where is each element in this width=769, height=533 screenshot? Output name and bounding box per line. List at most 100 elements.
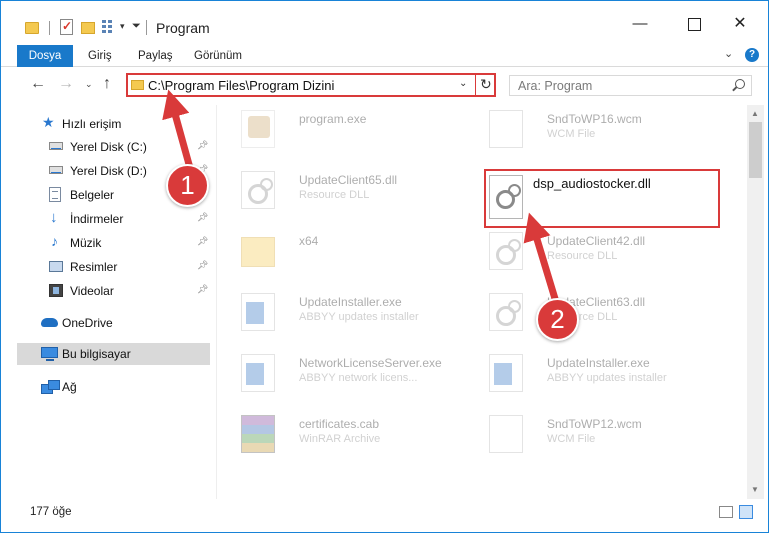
tab-home[interactable]: Giriş — [88, 45, 112, 67]
file-item[interactable]: x64 — [221, 227, 451, 273]
dll-icon — [241, 171, 275, 209]
sidebar-item-quick-access[interactable]: ★ Hızlı erişim — [17, 113, 210, 135]
pin-icon: 📌︎ — [197, 260, 209, 270]
close-button[interactable]: ✕ — [717, 9, 763, 39]
file-name: SndToWP16.wcm — [547, 112, 642, 126]
sidebar-item-onedrive[interactable]: OneDrive — [17, 312, 210, 334]
music-icon: ♪ — [51, 233, 58, 249]
ribbon-tabs: Dosya Giriş Paylaş Görünüm ⌄ ? — [1, 45, 768, 67]
file-item[interactable]: SndToWP16.wcm WCM File — [469, 105, 699, 151]
scroll-thumb[interactable] — [749, 122, 762, 178]
file-name: NetworkLicenseServer.exe — [299, 356, 442, 370]
file-name: UpdateClient42.dll — [547, 234, 646, 248]
file-type: Resource DLL — [299, 189, 370, 201]
tab-file[interactable]: Dosya — [17, 45, 73, 67]
tab-share[interactable]: Paylaş — [138, 45, 173, 67]
navigation-bar: ← → ⌄ ↑ C:\Program Files\Program Dizini … — [1, 67, 768, 105]
address-path[interactable]: C:\Program Files\Program Dizini — [148, 78, 334, 93]
drive-icon — [49, 166, 63, 174]
folder-icon — [131, 80, 144, 90]
pictures-icon — [49, 261, 63, 272]
file-type: ABBYY network licens... — [299, 372, 418, 384]
view-options-icon[interactable] — [102, 20, 115, 34]
highlighted-file-item[interactable]: dsp_audiostocker.dll — [484, 169, 720, 228]
sidebar-item-downloads[interactable]: ↓ İndirmeler 📌︎ — [17, 208, 210, 230]
file-type: WinRAR Archive — [299, 433, 381, 445]
search-placeholder: Ara: Program — [518, 79, 593, 93]
page-icon — [489, 415, 523, 453]
file-item[interactable]: UpdateClient42.dll Resource DLL — [469, 227, 699, 273]
onedrive-icon — [41, 318, 58, 327]
sidebar-item-disk-c[interactable]: Yerel Disk (C:) 📌︎ — [17, 136, 210, 158]
installer-icon — [241, 293, 275, 331]
installer-icon — [489, 354, 523, 392]
customize-toolbar-icon[interactable]: ⏷ — [132, 20, 141, 38]
details-view-icon[interactable] — [719, 506, 733, 518]
window-title: Program — [156, 20, 210, 36]
scroll-down-icon[interactable]: ▼ — [751, 485, 759, 494]
properties-icon[interactable] — [60, 19, 73, 35]
recent-locations-button[interactable]: ⌄ — [85, 79, 93, 90]
file-type: ABBYY updates installer — [299, 311, 419, 323]
file-item[interactable]: UpdateInstaller.exe ABBYY updates instal… — [221, 288, 451, 334]
file-name: dsp_audiostocker.dll — [533, 176, 651, 191]
maximize-button[interactable] — [671, 9, 717, 39]
step-1-badge: 1 — [166, 164, 209, 207]
minimize-button[interactable]: — — [617, 9, 663, 39]
videos-icon — [49, 284, 63, 297]
sidebar-item-label: Müzik — [70, 236, 102, 250]
new-folder-icon[interactable] — [81, 22, 95, 34]
pin-icon: 📌︎ — [197, 212, 209, 222]
file-item[interactable]: SndToWP12.wcm WCM File — [469, 410, 699, 456]
sidebar-item-network[interactable]: Ağ — [17, 376, 210, 398]
vertical-scrollbar[interactable]: ▲ ▼ — [747, 105, 764, 499]
help-icon[interactable]: ? — [745, 48, 759, 62]
sidebar-item-this-pc[interactable]: Bu bilgisayar — [17, 343, 210, 365]
refresh-button[interactable]: ↻ — [480, 76, 492, 93]
address-dropdown-icon[interactable]: ⌄ — [459, 78, 467, 89]
sidebar-item-music[interactable]: ♪ Müzik 📌︎ — [17, 232, 210, 254]
large-icons-view-icon[interactable] — [739, 505, 753, 519]
file-name: UpdateInstaller.exe — [547, 356, 650, 370]
tab-view[interactable]: Görünüm — [194, 45, 242, 67]
step-2-badge: 2 — [536, 298, 579, 341]
back-button[interactable]: ← — [30, 75, 46, 93]
dll-icon — [489, 232, 523, 270]
dropdown-arrow-icon[interactable]: ▾ — [120, 21, 125, 39]
file-list: program.exe SndToWP16.wcm WCM File Updat… — [217, 105, 747, 499]
folder-icon — [25, 22, 39, 34]
file-item[interactable]: UpdateClient63.dll Resource DLL — [469, 288, 699, 334]
pin-icon: 📌︎ — [197, 140, 209, 150]
file-item[interactable]: program.exe — [221, 105, 451, 151]
sidebar-item-label: Resimler — [70, 260, 118, 274]
documents-icon — [49, 187, 61, 202]
search-icon[interactable] — [732, 79, 745, 91]
address-bar[interactable]: C:\Program Files\Program Dizini ⌄ ↻ — [126, 73, 496, 97]
pin-icon: 📌︎ — [197, 284, 209, 294]
file-item[interactable]: NetworkLicenseServer.exe ABBYY network l… — [221, 349, 451, 395]
file-item[interactable]: certificates.cab WinRAR Archive — [221, 410, 451, 456]
file-type: ABBYY updates installer — [547, 372, 667, 384]
expand-ribbon-icon[interactable]: ⌄ — [724, 47, 733, 60]
file-name: x64 — [299, 234, 319, 248]
scroll-up-icon[interactable]: ▲ — [751, 109, 759, 118]
forward-button[interactable]: → — [58, 75, 74, 93]
pin-icon: 📌︎ — [197, 236, 209, 246]
search-input[interactable]: Ara: Program — [509, 75, 752, 96]
sidebar-item-label: Hızlı erişim — [62, 117, 122, 131]
file-item[interactable]: UpdateInstaller.exe ABBYY updates instal… — [469, 349, 699, 395]
file-name: SndToWP12.wcm — [547, 417, 642, 431]
file-name: program.exe — [299, 112, 367, 126]
up-button[interactable]: ↑ — [103, 75, 111, 93]
file-type: WCM File — [547, 433, 596, 445]
downloads-icon: ↓ — [50, 209, 58, 226]
archive-icon — [241, 415, 275, 453]
page-icon — [489, 110, 523, 148]
sidebar-item-pictures[interactable]: Resimler 📌︎ — [17, 256, 210, 278]
sidebar-item-videos[interactable]: Videolar 📌︎ — [17, 280, 210, 302]
file-item[interactable]: UpdateClient65.dll Resource DLL — [221, 166, 451, 212]
file-type: WCM File — [547, 128, 596, 140]
dll-icon — [489, 293, 523, 331]
sidebar-item-label: İndirmeler — [70, 212, 124, 226]
file-name: certificates.cab — [299, 417, 380, 431]
